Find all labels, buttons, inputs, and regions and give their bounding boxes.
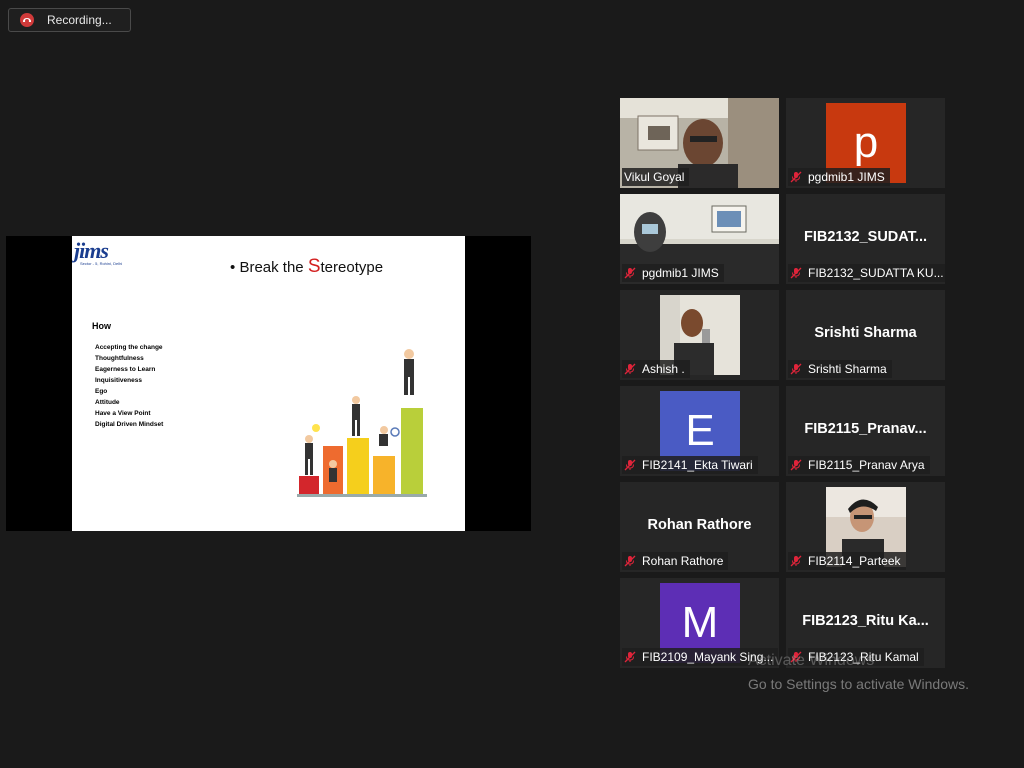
growth-steps-illustration [297,349,427,497]
slide-list-item: Thoughtfulness [95,355,144,362]
participant-display-name: Rohan Rathore [647,517,752,533]
activate-windows-subtitle: Go to Settings to activate Windows. [748,676,969,692]
participant-name: Rohan Rathore [642,554,724,568]
mic-muted-icon [624,555,636,567]
mic-muted-icon [790,171,802,183]
participant-label: Ashish . [622,360,690,378]
participant-name: Srishti Sharma [808,362,887,376]
participant-name: Ashish . [642,362,685,376]
activate-windows-title: Activate Windows [748,652,875,669]
participant-tile[interactable]: Rohan Rathore Rohan Rathore [620,482,779,572]
mic-muted-icon [624,459,636,471]
participant-tile[interactable]: FIB2115_Pranav... FIB2115_Pranav Arya [786,386,945,476]
participant-name: FIB2141_Ekta Tiwari [642,458,753,472]
participant-label: pgdmib1 JIMS [788,168,890,186]
shared-screen[interactable]: jims Sector - 5, Rohini, Delhi • Break t… [6,236,531,531]
participant-tile[interactable]: FIB2132_SUDAT... FIB2132_SUDATTA KU... [786,194,945,284]
participant-display-name: FIB2132_SUDAT... [803,229,928,245]
participant-name: Vikul Goyal [624,170,685,184]
participant-display-name: FIB2115_Pranav... [804,421,927,437]
participant-tile[interactable]: FIB2114_Parteek [786,482,945,572]
slide-title-cap: S [307,256,321,277]
slide-list: Accepting the change Thoughtfulness Eage… [95,342,163,430]
mic-muted-icon [624,267,636,279]
slide-list-item: Ego [95,388,108,395]
mic-muted-icon [790,267,802,279]
mic-muted-icon [790,555,802,567]
mic-muted-icon [624,363,636,375]
participant-tile[interactable]: pgdmib1 JIMS [620,194,779,284]
participant-name: FIB2114_Parteek [808,554,901,568]
participant-tile[interactable]: Srishti Sharma Srishti Sharma [786,290,945,380]
participant-name: pgdmib1 JIMS [808,170,885,184]
mic-muted-icon [790,459,802,471]
slide-list-item: Accepting the change [95,344,163,351]
participant-label: pgdmib1 JIMS [622,264,724,282]
participant-tile[interactable]: p pgdmib1 JIMS [786,98,945,188]
participant-name: FIB2132_SUDATTA KU... [808,266,944,280]
participant-tile[interactable]: E FIB2141_Ekta Tiwari [620,386,779,476]
slide-list-item: Attitude [95,399,120,406]
participant-label: FIB2141_Ekta Tiwari [622,456,758,474]
participant-label: FIB2114_Parteek [788,552,906,570]
slide-title-post: tereotype [320,259,384,276]
participant-label: FIB2132_SUDATTA KU... [788,264,945,282]
jims-logo: jims Sector - 5, Rohini, Delhi [74,238,130,268]
presentation-slide: jims Sector - 5, Rohini, Delhi • Break t… [72,236,465,531]
participant-name: pgdmib1 JIMS [642,266,719,280]
slide-title: • Break the Stereotype [230,256,383,278]
slide-title-bullet: • [230,259,236,276]
participant-label: Srishti Sharma [788,360,892,378]
recording-label: Recording... [47,13,112,27]
recording-icon [20,13,34,27]
mic-muted-icon [624,651,636,663]
slide-title-pre: Break the [239,259,308,276]
slide-list-item: Inquisitiveness [95,377,142,384]
participant-display-name: FIB2123_Ritu Ka... [802,613,929,629]
logo-tagline: Sector - 5, Rohini, Delhi [80,261,123,266]
slide-list-item: Digital Driven Mindset [95,421,164,428]
slide-how-heading: How [92,321,111,331]
participant-label: Vikul Goyal [622,168,690,186]
slide-list-item: Have a View Point [95,410,151,417]
recording-indicator[interactable]: Recording... [8,8,131,32]
participant-tile[interactable]: Ashish . [620,290,779,380]
participant-name: FIB2115_Pranav Arya [808,458,925,472]
slide-list-item: Eagerness to Learn [95,366,156,373]
participant-display-name: Srishti Sharma [814,325,917,341]
mic-muted-icon [790,363,802,375]
participant-label: Rohan Rathore [622,552,729,570]
participant-tile[interactable]: Vikul Goyal [620,98,779,188]
participant-label: FIB2115_Pranav Arya [788,456,930,474]
